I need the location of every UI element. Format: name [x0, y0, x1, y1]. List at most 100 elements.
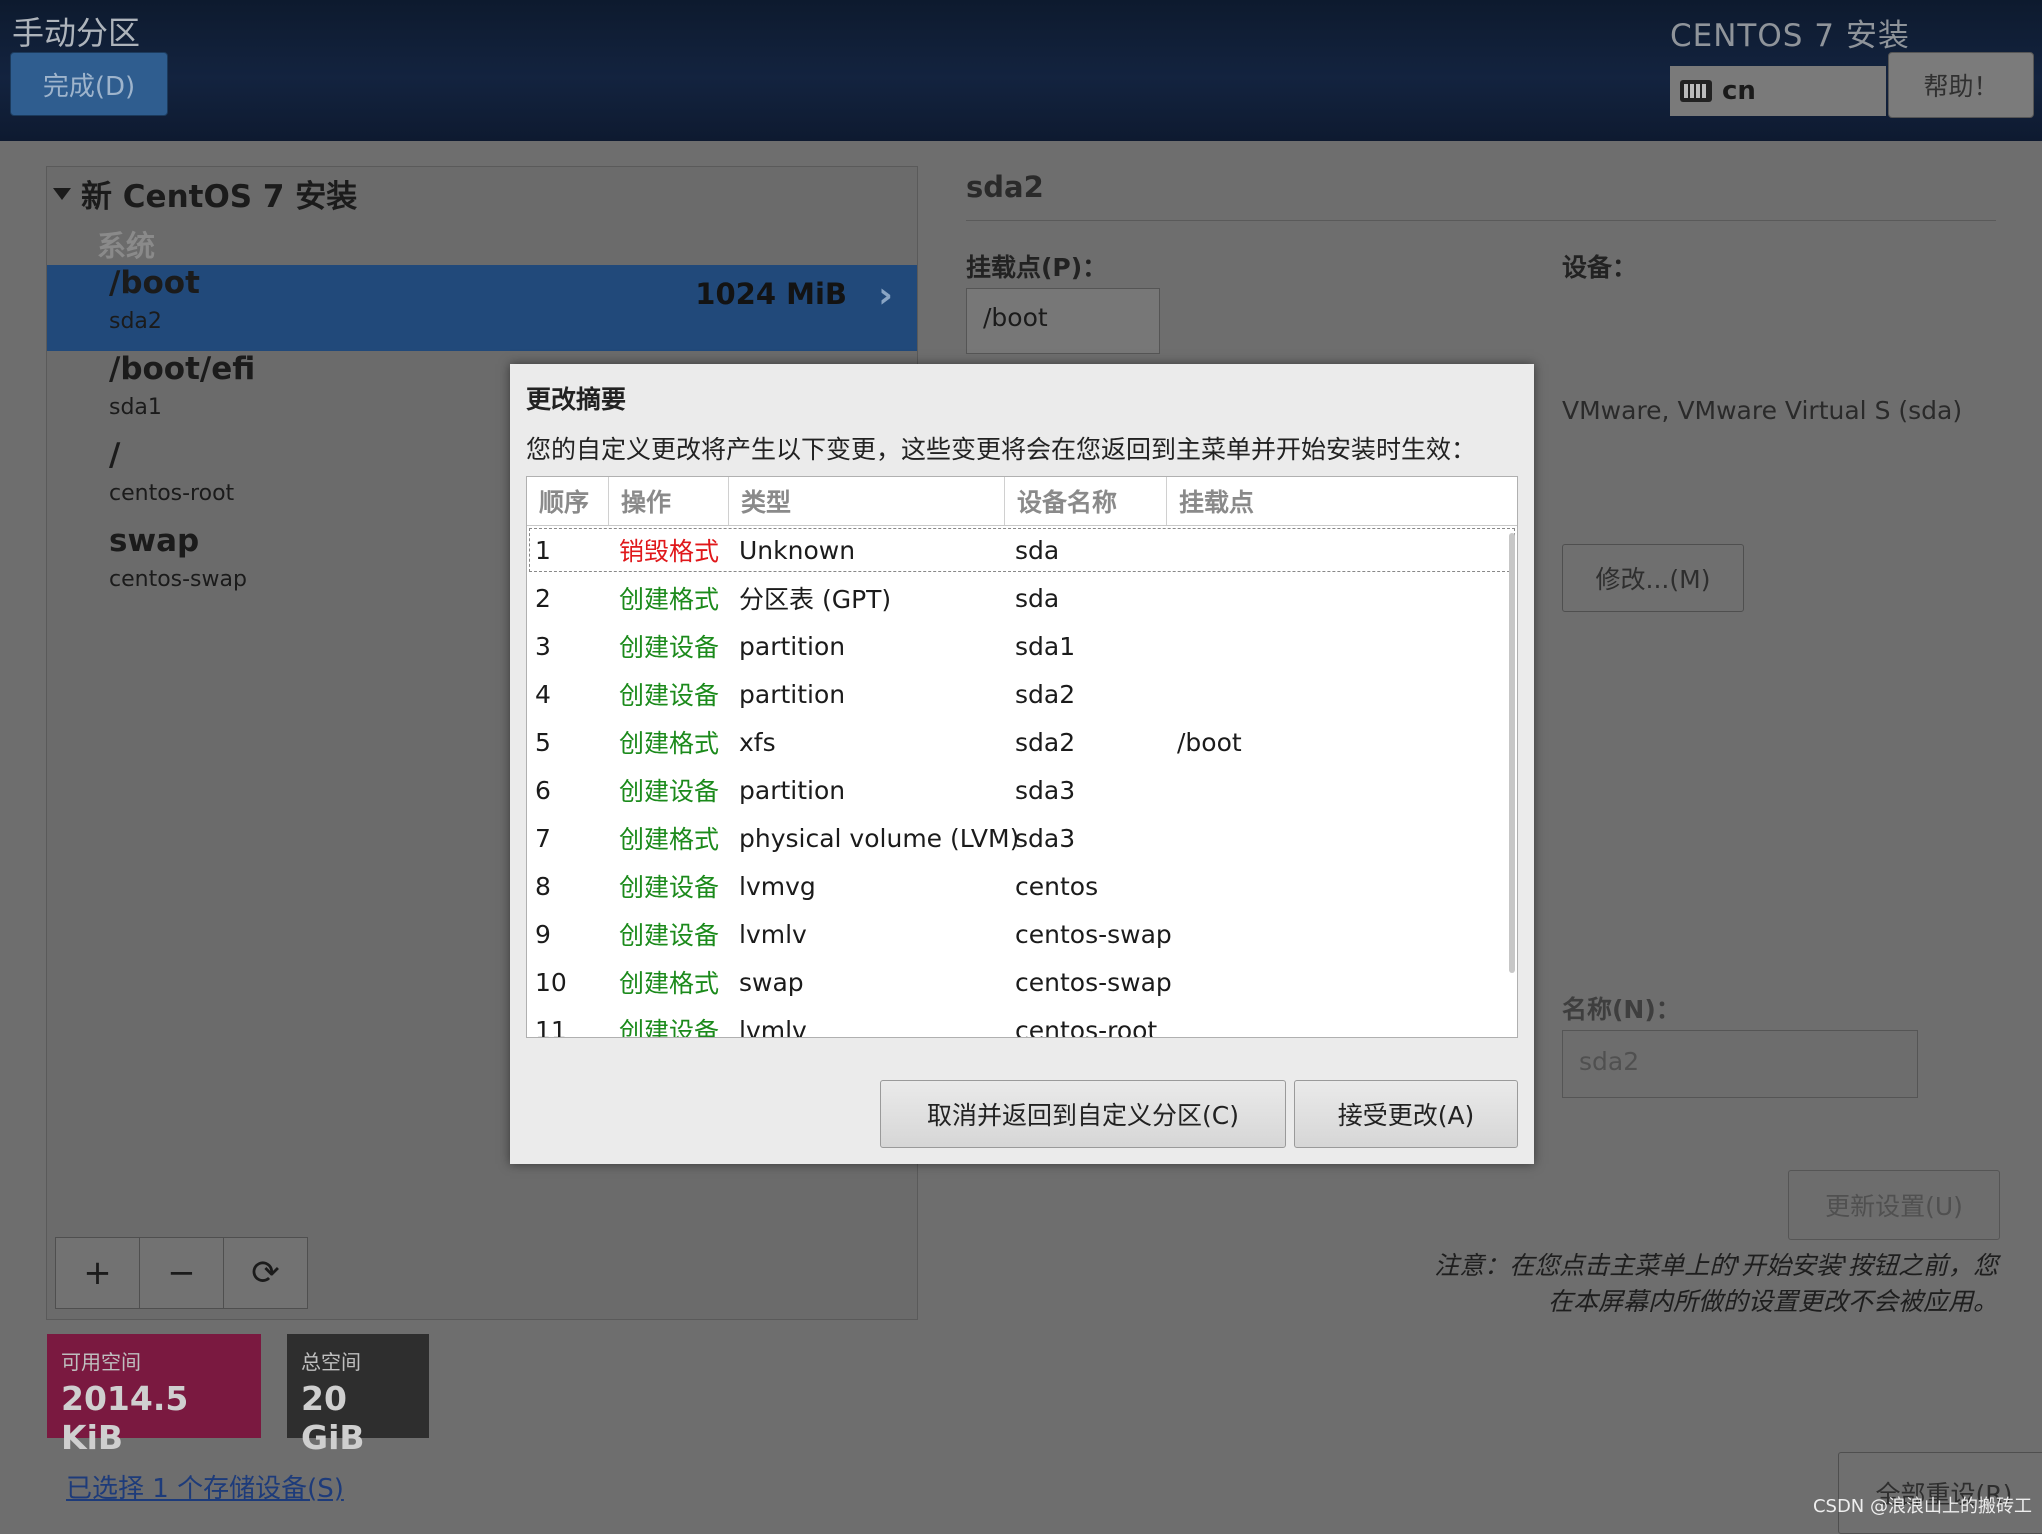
cell-type: lvmlv: [739, 919, 807, 949]
name-input[interactable]: sda2: [1562, 1030, 1918, 1098]
name-label: 名称(N)：: [1562, 995, 1681, 1024]
cell-device: sda: [1015, 583, 1060, 613]
remove-partition-button[interactable]: −: [140, 1237, 224, 1309]
available-space-label: 可用空间: [61, 1350, 141, 1374]
cell-order: 9: [535, 919, 551, 949]
cell-type: lvmvg: [739, 871, 816, 901]
mount-point-input[interactable]: /boot: [966, 288, 1160, 354]
scrollbar[interactable]: [1509, 533, 1515, 973]
available-space-box: 可用空间 2014.5 KiB: [47, 1334, 261, 1457]
partition-device-label: sda2: [109, 309, 162, 334]
cell-type: partition: [739, 679, 846, 709]
cell-order: 5: [535, 727, 551, 757]
cell-order: 7: [535, 823, 551, 853]
cell-action: 创建设备: [619, 1017, 720, 1038]
table-row[interactable]: 2 创建格式 分区表 (GPT) sda: [527, 574, 1517, 622]
installation-group-title: 新 CentOS 7 安装: [81, 179, 358, 215]
table-row[interactable]: 5 创建格式 xfs sda2/boot: [527, 718, 1517, 766]
cell-device: sda3: [1015, 775, 1076, 805]
cell-action: 创建格式: [619, 585, 720, 614]
cell-device: sda2: [1015, 679, 1076, 709]
accept-changes-button[interactable]: 接受更改(A): [1294, 1080, 1518, 1148]
column-header-device[interactable]: 设备名称: [1005, 477, 1167, 525]
device-label: 设备：: [1562, 253, 1638, 282]
summary-of-changes-dialog: 更改摘要 您的自定义更改将产生以下变更，这些变更将会在您返回到主菜单并开始安装时…: [510, 364, 1534, 1164]
cell-device: centos-swap: [1015, 967, 1172, 997]
note-text: 注意：在您点击主菜单上的'开始安装'按钮之前，您 在本屏幕内所做的设置更改不会被…: [1318, 1248, 1998, 1320]
cell-type: partition: [739, 631, 846, 661]
changes-table[interactable]: 顺序 操作 类型 设备名称 挂载点 1 销毁格式 Unknown sda 2 创建格式 分区…: [526, 476, 1518, 1038]
divider: [966, 220, 1996, 221]
cell-action: 创建设备: [619, 873, 720, 902]
modify-button[interactable]: 修改...(M): [1562, 544, 1744, 612]
note-line: 在本屏幕内所做的设置更改不会被应用。: [1547, 1287, 1998, 1316]
cell-order: 3: [535, 631, 551, 661]
cell-action: 创建设备: [619, 633, 720, 662]
selected-device-title: sda2: [966, 170, 1044, 204]
cancel-return-button[interactable]: 取消并返回到自定义分区(C): [880, 1080, 1286, 1148]
partition-mount-label: /boot/efi: [109, 351, 256, 387]
done-button[interactable]: 完成(D): [10, 52, 168, 116]
keyboard-icon: [1680, 80, 1712, 102]
cell-action: 销毁格式: [619, 537, 720, 566]
column-header-action[interactable]: 操作: [609, 477, 729, 525]
table-row[interactable]: 11 创建设备 lvmlv centos-root: [527, 1006, 1517, 1038]
cell-device: sda2: [1015, 727, 1076, 757]
partition-device-label: centos-swap: [109, 567, 247, 592]
partition-mount-label: /: [109, 437, 121, 473]
dialog-title: 更改摘要: [526, 385, 627, 414]
table-row[interactable]: 3 创建设备 partition sda1: [527, 622, 1517, 670]
cell-type: physical volume (LVM): [739, 823, 1020, 853]
partition-mount-label: swap: [109, 523, 200, 559]
watermark: CSDN @浪浪山上的搬砖工: [1812, 1496, 2032, 1517]
cell-mount: /boot: [1177, 727, 1242, 757]
table-row[interactable]: 8 创建设备 lvmvg centos: [527, 862, 1517, 910]
cell-device: sda3: [1015, 823, 1076, 853]
installation-group[interactable]: 新 CentOS 7 安装: [53, 171, 357, 216]
cell-type: partition: [739, 775, 846, 805]
cell-type: lvmlv: [739, 1015, 807, 1038]
update-settings-button[interactable]: 更新设置(U): [1788, 1170, 2000, 1240]
available-space-value: 2014.5 KiB: [61, 1379, 189, 1457]
top-header-bar: 手动分区 完成(D) CENTOS 7 安装 cn 帮助！: [0, 0, 2042, 141]
install-title: CENTOS 7 安装: [1670, 18, 1910, 54]
add-partition-button[interactable]: +: [55, 1237, 140, 1309]
table-row[interactable]: 7 创建格式 physical volume (LVM) sda3: [527, 814, 1517, 862]
column-header-type[interactable]: 类型: [729, 477, 1005, 525]
cell-device: sda: [1015, 535, 1060, 565]
note-line: 注意：在您点击主菜单上的'开始安装'按钮之前，您: [1434, 1251, 1998, 1280]
selected-storage-link[interactable]: 已选择 1 个存储设备(S): [66, 1468, 344, 1505]
table-row[interactable]: 6 创建设备 partition sda3: [527, 766, 1517, 814]
total-space-label: 总空间: [301, 1350, 361, 1374]
cell-order: 8: [535, 871, 551, 901]
table-row[interactable]: 1 销毁格式 Unknown sda: [527, 526, 1517, 574]
refresh-icon[interactable]: ⟳: [224, 1237, 308, 1309]
page-title: 手动分区: [12, 14, 141, 52]
column-header-mount[interactable]: 挂载点: [1167, 477, 1517, 525]
help-button[interactable]: 帮助！: [1888, 52, 2034, 118]
column-header-order[interactable]: 顺序: [527, 477, 609, 525]
partition-item-boot[interactable]: /boot sda2 1024 MiB ›: [47, 265, 917, 351]
keyboard-layout-indicator[interactable]: cn: [1670, 66, 1886, 116]
table-row[interactable]: 9 创建设备 lvmlv centos-swap: [527, 910, 1517, 958]
mount-point-label: 挂载点(P)：: [966, 253, 1108, 282]
partition-device-label: centos-root: [109, 481, 235, 506]
partition-device-label: sda1: [109, 395, 162, 420]
chevron-right-icon: ›: [878, 275, 893, 316]
table-row[interactable]: 10 创建格式 swap centos-swap: [527, 958, 1517, 1006]
cell-type: 分区表 (GPT): [739, 585, 892, 614]
cell-action: 创建格式: [619, 969, 720, 998]
cell-order: 10: [535, 967, 567, 997]
cell-action: 创建设备: [619, 777, 720, 806]
expand-triangle-icon[interactable]: [53, 187, 71, 200]
cell-device: centos-swap: [1015, 919, 1172, 949]
cell-order: 6: [535, 775, 551, 805]
table-row[interactable]: 4 创建设备 partition sda2: [527, 670, 1517, 718]
cell-device: centos: [1015, 871, 1099, 901]
system-section-label: 系统: [97, 229, 156, 263]
cell-device: sda1: [1015, 631, 1076, 661]
cell-action: 创建设备: [619, 681, 720, 710]
cell-order: 1: [535, 535, 551, 565]
table-body: 1 销毁格式 Unknown sda 2 创建格式 分区表 (GPT) sda 3 创建设备 par…: [527, 526, 1517, 1038]
cell-type: xfs: [739, 727, 776, 757]
